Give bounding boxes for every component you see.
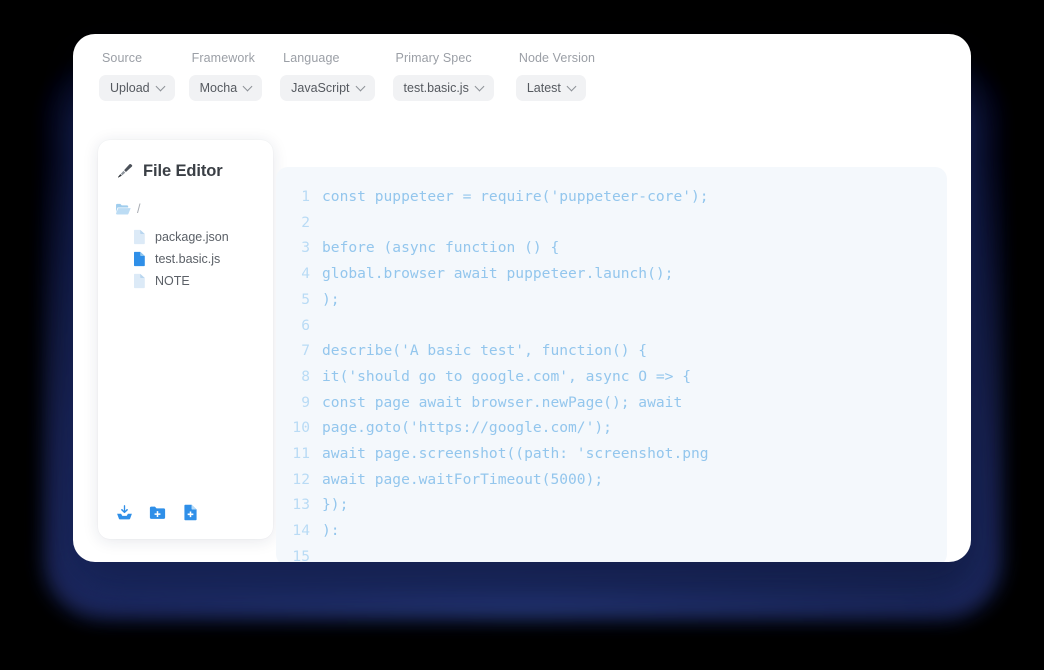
editor-body: File Editor / package.json test.basic.js… bbox=[73, 140, 971, 562]
dropdown-language[interactable]: JavaScript bbox=[280, 75, 375, 101]
new-folder-icon[interactable] bbox=[148, 503, 167, 522]
code-line: 4 global.browser await puppeteer.launch()… bbox=[276, 261, 947, 287]
sidebar-action-bar bbox=[115, 503, 200, 522]
chevron-down-icon bbox=[355, 81, 365, 91]
chevron-down-icon bbox=[242, 81, 253, 91]
line-number: 8 bbox=[301, 367, 310, 385]
toolbar-field-framework: Framework Mocha bbox=[188, 50, 263, 101]
line-number: 6 bbox=[301, 316, 310, 334]
code-lines: 1 const puppeteer = require('puppeteer-co… bbox=[276, 167, 947, 562]
file-name-label: NOTE bbox=[155, 274, 190, 288]
dropdown-primary-spec[interactable]: test.basic.js bbox=[392, 75, 494, 101]
toolbar-field-node-version: Node Version Latest bbox=[515, 50, 596, 101]
dropdown-node-version[interactable]: Latest bbox=[515, 75, 586, 101]
code-editor-panel[interactable]: 1 const puppeteer = require('puppeteer-co… bbox=[276, 167, 947, 562]
line-text: ); bbox=[322, 290, 340, 308]
toolbar-field-source: Source Upload bbox=[99, 50, 175, 101]
line-number: 15 bbox=[292, 547, 310, 562]
file-icon bbox=[133, 229, 146, 245]
paintbrush-icon bbox=[115, 162, 134, 181]
line-number: 9 bbox=[301, 393, 310, 411]
line-text: describe('A basic test', function() { bbox=[322, 342, 648, 360]
file-icon bbox=[133, 251, 146, 267]
line-text: }); bbox=[322, 496, 349, 514]
line-number: 3 bbox=[301, 239, 310, 257]
app-card: Source Upload Framework Mocha Language JavaSc… bbox=[73, 34, 971, 562]
upload-icon[interactable] bbox=[115, 503, 134, 522]
line-text: global.browser await puppeteer.launch(); bbox=[322, 265, 674, 283]
code-line: 12 await page.waitForTimeout(5000); bbox=[276, 467, 947, 493]
line-number: 11 bbox=[292, 445, 310, 463]
tree-root-item[interactable]: / bbox=[115, 199, 273, 219]
code-line: 10 page.goto('https://google.com/'); bbox=[276, 415, 947, 441]
line-number: 2 bbox=[301, 213, 310, 231]
line-number: 13 bbox=[292, 496, 310, 514]
screenshot-stage: Source Upload Framework Mocha Language JavaSc… bbox=[0, 0, 1044, 670]
toolbar-field-language: Language JavaScript bbox=[280, 50, 375, 101]
code-line: 7 describe('A basic test', function() { bbox=[276, 338, 947, 364]
sidebar-title: File Editor bbox=[143, 162, 223, 180]
code-line: 6 bbox=[276, 313, 947, 339]
toolbar: Source Upload Framework Mocha Language JavaSc… bbox=[99, 50, 595, 101]
chevron-down-icon bbox=[566, 81, 577, 91]
toolbar-label: Language bbox=[283, 51, 340, 65]
line-text: ): bbox=[322, 522, 340, 540]
toolbar-field-primary-spec: Primary Spec test.basic.js bbox=[392, 50, 494, 101]
code-line: 5); bbox=[276, 287, 947, 313]
file-name-label: package.json bbox=[155, 230, 229, 244]
line-number: 7 bbox=[301, 342, 310, 360]
line-text: const puppeteer = require('puppeteer-cor… bbox=[322, 188, 709, 205]
line-number: 5 bbox=[301, 290, 310, 308]
tree-root-label: / bbox=[137, 202, 141, 216]
line-text: const page await browser.newPage(); awai… bbox=[322, 393, 683, 411]
dropdown-framework[interactable]: Mocha bbox=[188, 75, 263, 101]
chevron-down-icon bbox=[474, 81, 485, 91]
file-tree: / package.json test.basic.js NOTE bbox=[98, 199, 273, 292]
chevron-down-icon bbox=[155, 81, 166, 91]
line-text: page.goto('https://google.com/'); bbox=[322, 419, 612, 437]
file-tree-item[interactable]: NOTE bbox=[115, 270, 273, 292]
dropdown-value: Mocha bbox=[199, 81, 238, 95]
code-line: 9 const page await browser.newPage(); awa… bbox=[276, 390, 947, 416]
file-name-label: test.basic.js bbox=[155, 252, 221, 266]
sidebar-header: File Editor bbox=[98, 140, 273, 181]
line-text: await page.waitForTimeout(5000); bbox=[322, 470, 604, 488]
dropdown-value: JavaScript bbox=[291, 81, 350, 95]
file-tree-item-active[interactable]: test.basic.js bbox=[115, 248, 273, 270]
code-line: 1 const puppeteer = require('puppeteer-co… bbox=[276, 184, 947, 210]
line-text: it('should go to google.com', async O =>… bbox=[322, 367, 692, 385]
toolbar-label: Node Version bbox=[518, 51, 596, 65]
code-line: 3 before (async function () { bbox=[276, 235, 947, 261]
code-line: 11 await page.screenshot((path: 'screensh… bbox=[276, 441, 947, 467]
line-number: 10 bbox=[292, 419, 310, 437]
file-icon bbox=[133, 273, 146, 289]
line-text: await page.screenshot((path: 'screenshot… bbox=[322, 445, 709, 463]
dropdown-value: test.basic.js bbox=[403, 81, 469, 95]
line-number: 4 bbox=[301, 265, 310, 283]
dropdown-value: Latest bbox=[526, 81, 561, 95]
code-line: 2 bbox=[276, 210, 947, 236]
toolbar-label: Framework bbox=[191, 51, 256, 65]
open-folder-icon bbox=[115, 202, 132, 216]
toolbar-label: Source bbox=[102, 51, 143, 65]
line-number: 14 bbox=[292, 522, 310, 540]
line-number: 1 bbox=[301, 188, 310, 205]
code-line: 8 it('should go to google.com', async O =… bbox=[276, 364, 947, 390]
file-tree-item[interactable]: package.json bbox=[115, 226, 273, 248]
toolbar-label: Primary Spec bbox=[395, 51, 472, 65]
line-number: 12 bbox=[292, 470, 310, 488]
code-line: 15 bbox=[276, 544, 947, 562]
line-text: before (async function () { bbox=[322, 239, 560, 257]
new-file-icon[interactable] bbox=[181, 503, 200, 522]
dropdown-value: Upload bbox=[110, 81, 150, 95]
code-line: 14): bbox=[276, 518, 947, 544]
file-editor-sidebar: File Editor / package.json test.basic.js… bbox=[98, 140, 273, 539]
dropdown-source[interactable]: Upload bbox=[99, 75, 175, 101]
code-line: 13}); bbox=[276, 492, 947, 518]
